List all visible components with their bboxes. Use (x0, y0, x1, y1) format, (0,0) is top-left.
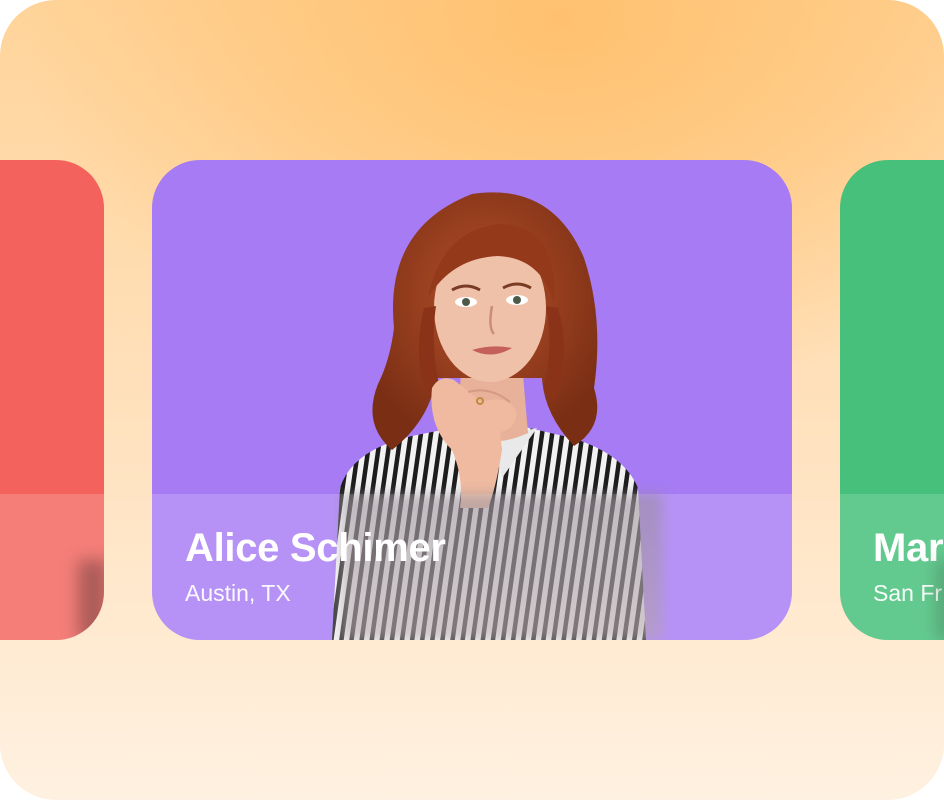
profile-card-previous[interactable] (0, 160, 104, 640)
carousel-stage: Alice Schimer Austin, TX Mar San Fr (0, 0, 944, 800)
card-caption: Alice Schimer Austin, TX (152, 494, 792, 640)
photo-edge (936, 560, 944, 640)
profile-location: Austin, TX (185, 580, 291, 606)
profile-card-current[interactable]: Alice Schimer Austin, TX (152, 160, 792, 640)
profile-location: San Fr (873, 580, 943, 606)
card-caption: Mar San Fr (840, 494, 944, 640)
profile-name: Alice Schimer (185, 526, 446, 570)
photo-edge (78, 560, 104, 640)
profile-name: Mar (873, 526, 944, 570)
profile-card-next[interactable]: Mar San Fr (840, 160, 944, 640)
card-caption (0, 494, 104, 640)
